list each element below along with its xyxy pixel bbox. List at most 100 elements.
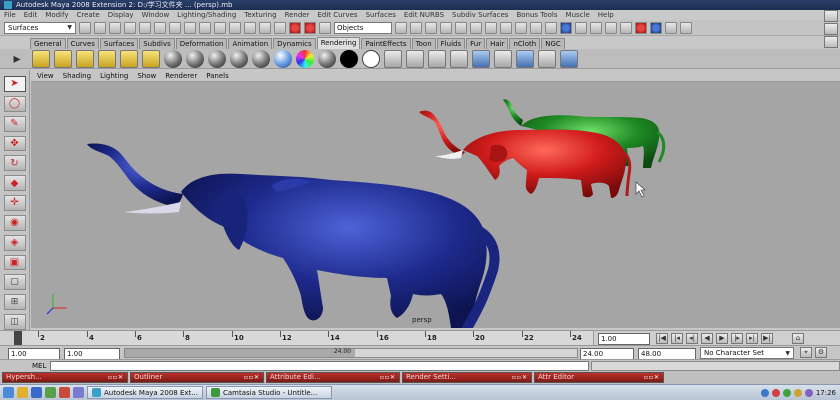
range-slider[interactable]: 1.00 1.00 24.00 24.00 48.00 No Character… <box>0 345 840 360</box>
rotate-tool-icon[interactable]: ↻ <box>3 155 26 172</box>
menu-bonus-tools[interactable]: Bonus Tools <box>516 11 557 19</box>
single-perspective-layout-icon[interactable]: ▢ <box>3 274 26 291</box>
minimized-render-settings[interactable]: Render Setti... ▫▫✕ <box>402 372 532 383</box>
minimized-attribute-editor[interactable]: Attribute Edi... ▫▫✕ <box>266 372 400 383</box>
spot-light-icon[interactable] <box>98 49 116 68</box>
preferences-icon[interactable]: ⚙ <box>815 347 827 358</box>
batch-render-icon[interactable] <box>472 49 490 68</box>
menu-edit-curves[interactable]: Edit Curves <box>317 11 357 19</box>
menu-modify[interactable]: Modify <box>45 11 68 19</box>
paint-select-tool-icon[interactable]: ✎ <box>3 115 26 132</box>
tab-ncloth[interactable]: nCloth <box>509 38 541 49</box>
time-ruler[interactable]: 2 4 6 8 10 12 14 16 18 20 22 24 <box>14 331 594 346</box>
shelf-menu-icon[interactable]: ▸ <box>6 50 28 68</box>
tab-rendering[interactable]: Rendering <box>316 37 361 49</box>
quick-launch-ie-icon[interactable] <box>31 387 42 398</box>
input-ops-icon[interactable] <box>244 21 256 34</box>
minimized-outliner[interactable]: Outliner ▫▫✕ <box>130 372 264 383</box>
phonge-shader-icon[interactable] <box>252 49 270 68</box>
tab-toon[interactable]: Toon <box>411 38 436 49</box>
tab-curves[interactable]: Curves <box>66 38 99 49</box>
output-ops-icon[interactable] <box>259 21 271 34</box>
window-buttons-icon[interactable]: ▫▫✕ <box>108 373 124 382</box>
render-frame-icon[interactable] <box>289 21 301 34</box>
menu-render[interactable]: Render <box>285 11 310 19</box>
menu-set-dropdown[interactable]: Surfaces ▼ <box>4 21 76 34</box>
select-misc-icon[interactable] <box>590 21 602 34</box>
tab-surfaces[interactable]: Surfaces <box>99 38 139 49</box>
maximize-icon[interactable] <box>824 23 838 35</box>
paint-brush-icon[interactable] <box>560 49 578 68</box>
menu-edit[interactable]: Edit <box>24 11 38 19</box>
select-curves-icon[interactable] <box>515 21 527 34</box>
command-language-label[interactable]: MEL <box>32 362 46 370</box>
render-globals-icon[interactable] <box>494 49 512 68</box>
new-scene-icon[interactable] <box>79 21 91 34</box>
scene-view[interactable] <box>31 82 840 328</box>
relative-transform-icon[interactable] <box>440 21 452 34</box>
select-rendering-icon[interactable] <box>575 21 587 34</box>
lock-selection-icon[interactable] <box>605 21 617 34</box>
show-tool-settings-icon[interactable] <box>665 21 677 34</box>
select-component-icon[interactable] <box>154 21 166 34</box>
volume-icon[interactable] <box>782 389 791 397</box>
tab-deformation[interactable]: Deformation <box>175 38 228 49</box>
layered-shader-icon[interactable] <box>274 49 292 68</box>
move-tool-icon[interactable]: ✥ <box>3 135 26 152</box>
ramp-shader-icon[interactable] <box>296 49 314 68</box>
persp-outliner-layout-icon[interactable]: ◫ <box>3 314 26 330</box>
select-deformations-icon[interactable] <box>545 21 557 34</box>
window-buttons-icon[interactable]: ▫▫✕ <box>244 373 260 382</box>
taskbar-clock[interactable]: 17:26 <box>816 389 836 397</box>
step-back-frame-icon[interactable]: ◂| <box>686 333 698 344</box>
tab-fluids[interactable]: Fluids <box>436 38 466 49</box>
window-buttons-icon[interactable]: ▫▫✕ <box>512 373 528 382</box>
blue-elephant-model[interactable] <box>87 143 500 328</box>
current-frame-marker[interactable] <box>14 331 22 346</box>
taskbar-maya-button[interactable]: Autodesk Maya 2008 Ext... <box>87 386 203 399</box>
point-light-icon[interactable] <box>76 49 94 68</box>
quick-launch-media-icon[interactable] <box>59 387 70 398</box>
security-icon[interactable] <box>771 389 780 397</box>
play-backwards-icon[interactable]: ◀ <box>701 333 713 344</box>
range-handle[interactable]: 24.00 <box>125 348 355 357</box>
minimize-icon[interactable] <box>824 10 838 22</box>
tab-general[interactable]: General <box>30 38 66 49</box>
menu-surfaces[interactable]: Surfaces <box>366 11 396 19</box>
tray-app-icon[interactable] <box>804 389 813 397</box>
directional-light-icon[interactable] <box>54 49 72 68</box>
construction-history-icon[interactable] <box>274 21 286 34</box>
go-to-start-icon[interactable]: |◀ <box>656 333 668 344</box>
show-attribute-editor-icon[interactable] <box>650 21 662 34</box>
current-character-icon[interactable]: ⌖ <box>800 347 812 358</box>
lasso-tool-icon[interactable]: ◯ <box>3 95 26 112</box>
minimized-hypershade[interactable]: Hypersh... ▫▫✕ <box>2 372 128 383</box>
render-current-frame-icon[interactable] <box>428 49 446 68</box>
ime-icon[interactable] <box>793 389 802 397</box>
tab-painteffects[interactable]: PaintEffects <box>361 38 411 49</box>
render-view-icon[interactable] <box>406 49 424 68</box>
menu-edit-nurbs[interactable]: Edit NURBS <box>404 11 444 19</box>
step-back-key-icon[interactable]: |◂ <box>671 333 683 344</box>
numeric-input-icon[interactable] <box>395 21 407 34</box>
anisotropic-shader-icon[interactable] <box>164 49 182 68</box>
minimized-attr-editor[interactable]: Attr Editor ▫▫✕ <box>534 372 664 383</box>
network-icon[interactable] <box>760 389 769 397</box>
use-background-icon[interactable] <box>362 49 380 68</box>
absolute-transform-icon[interactable] <box>425 21 437 34</box>
taskbar-camtasia-button[interactable]: Camtasia Studio - Untitle... <box>206 386 332 399</box>
volume-light-icon[interactable] <box>142 49 160 68</box>
hypershade-icon[interactable] <box>384 49 402 68</box>
four-view-layout-icon[interactable]: ⊞ <box>3 294 26 311</box>
menu-subdiv-surfaces[interactable]: Subdiv Surfaces <box>452 11 508 19</box>
quick-launch-app-icon[interactable] <box>45 387 56 398</box>
panel-menu-show[interactable]: Show <box>137 72 156 80</box>
tab-animation[interactable]: Animation <box>228 38 273 49</box>
menu-create[interactable]: Create <box>76 11 99 19</box>
phong-shader-icon[interactable] <box>230 49 248 68</box>
last-tool-icon[interactable]: ▣ <box>3 254 26 271</box>
window-buttons-icon[interactable]: ▫▫✕ <box>380 373 396 382</box>
area-light-icon[interactable] <box>120 49 138 68</box>
component-mask-icon[interactable] <box>470 21 482 34</box>
menu-texturing[interactable]: Texturing <box>244 11 276 19</box>
